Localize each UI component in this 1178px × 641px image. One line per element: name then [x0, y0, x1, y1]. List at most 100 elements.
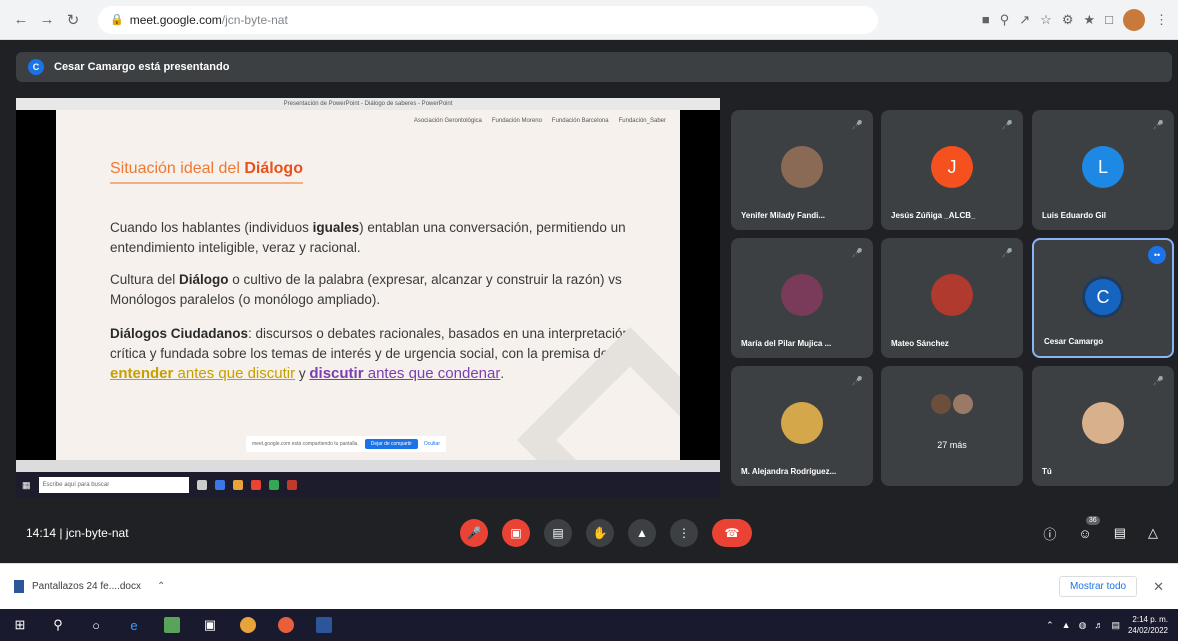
- presenting-banner: C Cesar Camargo está presentando: [16, 52, 1172, 82]
- extensions-puzzle-icon[interactable]: ★: [1083, 12, 1095, 28]
- leave-call-button[interactable]: ☎: [712, 519, 752, 547]
- participant-name: Yenifer Milady Fandi...: [741, 211, 826, 220]
- search-icon[interactable]: ⚲: [50, 617, 66, 633]
- avatar: [781, 402, 823, 444]
- screen-share-notice: meet.google.com está compartiendo tu pan…: [246, 436, 446, 452]
- shared-windows-icon: ▦: [22, 479, 31, 490]
- tab-search-icon[interactable]: □: [1105, 12, 1113, 27]
- more-count: 27 más: [937, 440, 967, 450]
- participant-tile[interactable]: 🎤 J Jesús Zúñiga _ALCB_: [881, 110, 1023, 230]
- speaking-indicator-icon: ••: [1148, 246, 1166, 264]
- store-icon[interactable]: [164, 617, 180, 633]
- camera-toggle-button[interactable]: ▣: [502, 519, 530, 547]
- network-icon[interactable]: ▲: [1062, 620, 1071, 630]
- firefox-icon[interactable]: [278, 617, 294, 633]
- shared-app-icon: [232, 480, 243, 490]
- call-controls: 🎤 ▣ ▤ ✋ ▲ ⋮ ☎: [460, 519, 752, 547]
- presentation-slide: Asociación Gerontológica Fundación Moren…: [56, 110, 680, 460]
- reload-icon[interactable]: ↻: [62, 9, 84, 31]
- meeting-code: jcn-byte-nat: [65, 526, 129, 540]
- mic-off-icon: 🎤: [1152, 120, 1164, 130]
- hide-notice-link[interactable]: Ocultar: [424, 441, 440, 447]
- participant-tile[interactable]: 🎤 María del Pilar Mujica ...: [731, 238, 873, 358]
- participant-tile[interactable]: 🎤 M. Alejandra Rodríguez...: [731, 366, 873, 486]
- info-icon[interactable]: ⓘ: [1043, 524, 1056, 543]
- mic-off-icon: 🎤: [1001, 248, 1013, 258]
- slide-logos: Asociación Gerontológica Fundación Moren…: [414, 118, 666, 124]
- slide-logo: Fundación Moreno: [491, 118, 542, 124]
- avatar: J: [931, 146, 973, 188]
- shared-screen: Presentación de PowerPoint - Diálogo de …: [16, 98, 720, 498]
- close-icon[interactable]: ✕: [1153, 579, 1164, 595]
- word-icon[interactable]: [316, 617, 332, 633]
- participant-name: M. Alejandra Rodríguez...: [741, 467, 837, 476]
- stop-sharing-button[interactable]: Dejar de compartir: [364, 439, 418, 449]
- bookmark-star-icon[interactable]: ☆: [1040, 12, 1052, 28]
- download-item[interactable]: Pantallazos 24 fe....docx ⌃: [14, 580, 165, 593]
- shared-window-title: Presentación de PowerPoint - Diálogo de …: [16, 98, 720, 110]
- task-view-icon[interactable]: ○: [88, 617, 104, 633]
- show-all-button[interactable]: Mostrar todo: [1058, 576, 1138, 597]
- edge-icon[interactable]: e: [126, 617, 142, 633]
- avatar: [781, 146, 823, 188]
- slide-paragraph-3: Diálogos Ciudadanos: discursos o debates…: [110, 326, 631, 382]
- shared-app-icon: [214, 480, 225, 490]
- chevron-up-icon[interactable]: ⌃: [1046, 620, 1054, 631]
- participant-tile-active-speaker[interactable]: •• C Cesar Camargo: [1032, 238, 1174, 358]
- shared-search-box: Escribe aquí para buscar: [38, 477, 189, 493]
- browser-actions: ■ ⚲ ↗ ☆ ⚙ ★ □ ⋮: [982, 8, 1168, 31]
- more-options-button[interactable]: ⋮: [670, 519, 698, 547]
- mic-off-icon: 🎤: [851, 376, 863, 386]
- download-filename: Pantallazos 24 fe....docx: [32, 581, 141, 592]
- clock[interactable]: 2:14 p. m. 24/02/2022: [1128, 614, 1168, 636]
- browser-menu-icon[interactable]: ⋮: [1155, 12, 1168, 28]
- share-icon[interactable]: ↗: [1019, 12, 1030, 28]
- chat-icon[interactable]: ▤: [1114, 525, 1126, 541]
- participant-tile[interactable]: 🎤 Yenifer Milady Fandi...: [731, 110, 873, 230]
- camera-indicator-icon[interactable]: ■: [982, 12, 990, 27]
- meet-stage: C Cesar Camargo está presentando Present…: [0, 40, 1178, 563]
- mic-toggle-button[interactable]: 🎤: [460, 519, 488, 547]
- mic-off-icon: 🎤: [851, 120, 863, 130]
- slide-paragraph-2: Cultura del Diálogo o cultivo de la pala…: [110, 272, 622, 307]
- clock-time: 2:14 p. m.: [1132, 615, 1168, 624]
- slide-logo: Asociación Gerontológica: [413, 118, 482, 124]
- shared-app-icon: [286, 480, 297, 490]
- activities-icon[interactable]: △: [1148, 525, 1158, 541]
- slide-logo: Fundación_Saber: [618, 118, 666, 124]
- wifi-icon[interactable]: ◍: [1079, 620, 1087, 631]
- avatar: [931, 274, 973, 316]
- present-button[interactable]: ▲: [628, 519, 656, 547]
- chrome-icon[interactable]: [240, 617, 256, 633]
- extension-icon[interactable]: ⚙: [1062, 12, 1074, 28]
- mic-off-icon: 🎤: [851, 248, 863, 258]
- side-panel-controls: ⓘ ☺ 36 ▤ △: [1043, 515, 1158, 543]
- lock-icon: 🔒: [110, 14, 124, 26]
- more-participants-tile[interactable]: 27 más: [881, 366, 1023, 486]
- more-avatars: [931, 394, 973, 414]
- captions-button[interactable]: ▤: [544, 519, 572, 547]
- address-bar[interactable]: 🔒 meet.google.com /jcn-byte-nat: [98, 5, 878, 34]
- profile-avatar[interactable]: [1123, 8, 1145, 31]
- participant-tile[interactable]: 🎤 L Luis Eduardo Gil: [1032, 110, 1174, 230]
- slide-paragraph-1: Cuando los hablantes (individuos iguales…: [110, 220, 626, 255]
- zoom-icon[interactable]: ⚲: [1000, 12, 1010, 28]
- participant-name: Luis Eduardo Gil: [1042, 211, 1107, 220]
- windows-start-icon[interactable]: ⊞: [12, 617, 28, 633]
- forward-icon[interactable]: →: [36, 9, 58, 31]
- participant-tile[interactable]: 🎤 Mateo Sánchez: [881, 238, 1023, 358]
- files-icon[interactable]: ▣: [202, 617, 218, 633]
- meeting-controls-bar: 14:14 | jcn-byte-nat 🎤 ▣ ▤ ✋ ▲ ⋮ ☎ ⓘ ☺ 36…: [0, 505, 1178, 561]
- shared-statusbar: [16, 460, 720, 472]
- people-button[interactable]: ☺ 36: [1078, 515, 1100, 541]
- self-tile[interactable]: 🎤 Tú: [1032, 366, 1174, 486]
- notification-icon[interactable]: ▤: [1111, 620, 1120, 631]
- slide-title: Situación ideal del Diálogo: [110, 160, 303, 184]
- chevron-up-icon[interactable]: ⌃: [157, 581, 165, 592]
- raise-hand-button[interactable]: ✋: [586, 519, 614, 547]
- clock-date: 24/02/2022: [1127, 626, 1168, 635]
- system-tray: ⌃ ▲ ◍ ♬ ▤ 2:14 p. m. 24/02/2022: [1046, 609, 1168, 641]
- volume-icon[interactable]: ♬: [1094, 620, 1103, 630]
- people-count: 36: [1085, 515, 1100, 525]
- back-icon[interactable]: ←: [10, 9, 32, 31]
